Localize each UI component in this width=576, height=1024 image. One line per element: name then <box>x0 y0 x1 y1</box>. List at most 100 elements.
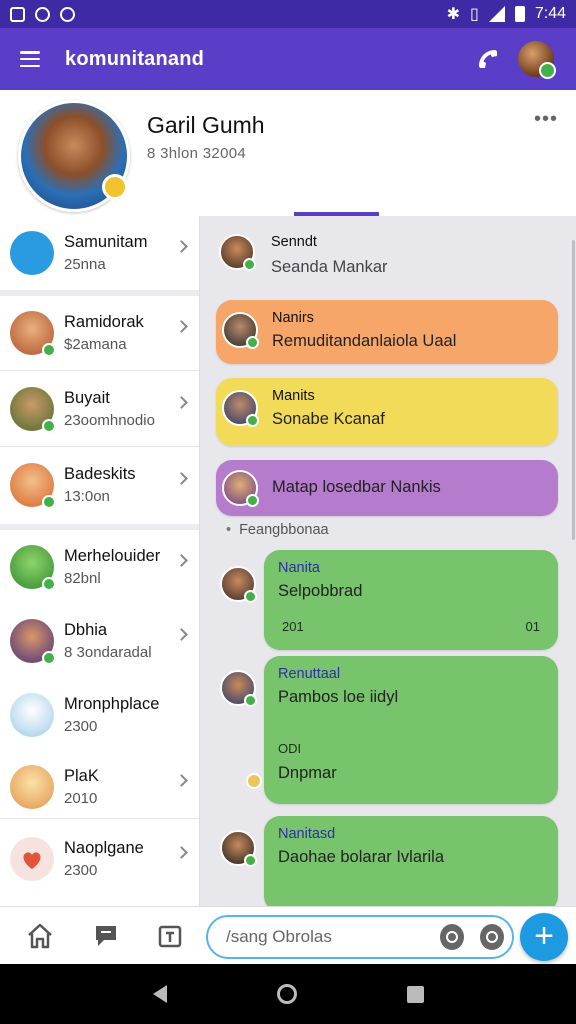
list-item-subtitle: 2300 <box>64 718 98 735</box>
avatar <box>10 545 56 591</box>
list-item-title: Naoplgane <box>64 839 144 857</box>
verified-icon <box>244 590 257 603</box>
list-item-title: Mronphplace <box>64 695 160 713</box>
message-text: Remuditandanlaiola Uaal <box>272 332 457 350</box>
message-sender: Manits <box>272 388 315 404</box>
message-sender: Nanirs <box>272 310 314 326</box>
message-bubble[interactable]: Nanirs Remuditandanlaiola Uaal <box>216 300 558 364</box>
list-item[interactable]: Ramidorak $2amana <box>0 296 199 370</box>
message-sender: Senndt <box>271 234 317 250</box>
chevron-right-icon <box>175 320 188 333</box>
list-item-subtitle: 25nna <box>64 256 106 273</box>
verified-icon <box>42 651 56 665</box>
more-options-icon[interactable]: ••• <box>534 108 558 131</box>
list-item[interactable]: Badeskits 13:0on <box>0 448 199 522</box>
list-item[interactable]: PlaK 2010 <box>0 750 199 824</box>
verified-icon <box>246 494 259 507</box>
app-title: komunitanand <box>65 47 205 70</box>
divider <box>0 818 199 819</box>
message-sender: Nanitasd <box>278 826 336 842</box>
message-bubble[interactable]: Renuttaal Pambos loe iidyl ODI Dnpmar <box>264 656 558 804</box>
list-item-subtitle: $2amana <box>64 336 127 353</box>
message-avatar <box>220 566 257 603</box>
app-bar: komunitanand <box>0 28 576 90</box>
profile-header: Garil Gumh 8 3hlon 32004 ••• <box>0 90 576 216</box>
signal-icon <box>488 6 505 22</box>
home-icon[interactable] <box>20 916 60 956</box>
avatar <box>10 693 54 737</box>
message-avatar <box>220 830 257 867</box>
verified-icon <box>246 336 259 349</box>
message-text: Matap losedbar Nankis <box>272 478 441 496</box>
list-item[interactable]: Dbhia 8 3ondaradal <box>0 604 199 678</box>
user-avatar[interactable] <box>516 39 556 79</box>
divider <box>0 370 199 371</box>
menu-icon[interactable] <box>20 51 40 67</box>
list-item[interactable]: Merhelouider 82bnl <box>0 530 199 604</box>
verified-icon <box>244 694 257 707</box>
camera-icon[interactable] <box>480 924 504 950</box>
message-input[interactable] <box>226 927 426 947</box>
chevron-right-icon <box>175 628 188 641</box>
message: Senndt Seanda Mankar <box>271 234 388 277</box>
list-item-subtitle: 82bnl <box>64 570 101 587</box>
message-text: Seanda Mankar <box>271 258 388 276</box>
message-bubble[interactable]: Matap losedbar Nankis <box>216 460 558 516</box>
avatar <box>10 619 56 665</box>
chat-icon[interactable] <box>86 916 126 956</box>
status-bar: ✱ ▯ 7:44 <box>0 0 576 28</box>
heart-icon <box>10 837 54 881</box>
list-item-title: Samunitam <box>64 233 148 251</box>
avatar <box>10 387 56 433</box>
list-item-title: Dbhia <box>64 621 108 639</box>
list-item[interactable]: Samunitam 25nna <box>0 216 199 290</box>
chevron-right-icon <box>175 554 188 567</box>
message-text: Pambos loe iidyl <box>278 688 399 706</box>
verified-icon <box>244 854 257 867</box>
bluetooth-icon: ✱ <box>446 6 461 23</box>
list-item[interactable]: Buyait 23oomhnodio <box>0 372 199 446</box>
chevron-right-icon <box>175 774 188 787</box>
message-bubble[interactable]: Manits Sonabe Kcanaf <box>216 378 558 446</box>
message-meta: 201 <box>282 619 304 634</box>
chevron-right-icon <box>175 846 188 859</box>
message-bubble[interactable]: Nanita Selpobbrad 201 01 <box>264 550 558 650</box>
message-text: Selpobbrad <box>278 582 363 600</box>
system-nav <box>0 964 576 1024</box>
chevron-right-icon <box>175 472 188 485</box>
list-item[interactable]: Naoplgane 2300 <box>0 822 199 896</box>
scrollbar[interactable] <box>572 240 575 540</box>
community-list: Samunitam 25nna Ramidorak $2amana Buyait… <box>0 216 200 906</box>
message-text: Sonabe Kcanaf <box>272 410 385 428</box>
message-bubble[interactable]: Nanitasd Daohae bolarar Ivlarila <box>264 816 558 906</box>
list-item-subtitle: 13:0on <box>64 488 110 505</box>
message-avatar <box>220 670 257 707</box>
verified-icon <box>243 258 256 271</box>
recent-apps-icon[interactable] <box>406 985 424 1003</box>
message-avatar <box>219 234 256 271</box>
chat-pane: Senndt Seanda Mankar Nanirs Remuditandan… <box>200 216 576 906</box>
list-item[interactable]: Mronphplace 2300 <box>0 678 199 752</box>
reaction-icon[interactable] <box>246 773 262 789</box>
bottom-bar: + <box>0 906 576 964</box>
list-item-title: Buyait <box>64 389 110 407</box>
profile-name: Garil Gumh <box>147 112 265 138</box>
emoji-icon[interactable] <box>440 924 464 950</box>
back-icon[interactable] <box>152 985 167 1003</box>
message-text: Daohae bolarar Ivlarila <box>278 848 445 866</box>
message-avatar <box>222 390 259 427</box>
message-sender: Nanita <box>278 560 320 576</box>
chevron-right-icon <box>175 240 188 253</box>
call-icon[interactable] <box>468 39 508 79</box>
status-time: 7:44 <box>534 5 566 22</box>
home-circle-icon[interactable] <box>276 984 297 1004</box>
add-button[interactable]: + <box>520 913 568 961</box>
list-item-title: Ramidorak <box>64 313 144 331</box>
verified-icon <box>42 577 56 591</box>
calendar-icon[interactable] <box>150 916 190 956</box>
community-icon <box>10 231 54 275</box>
verified-icon <box>42 495 56 509</box>
list-item-title: PlaK <box>64 767 99 785</box>
badge-icon <box>102 174 128 200</box>
sync-icon <box>35 6 50 22</box>
